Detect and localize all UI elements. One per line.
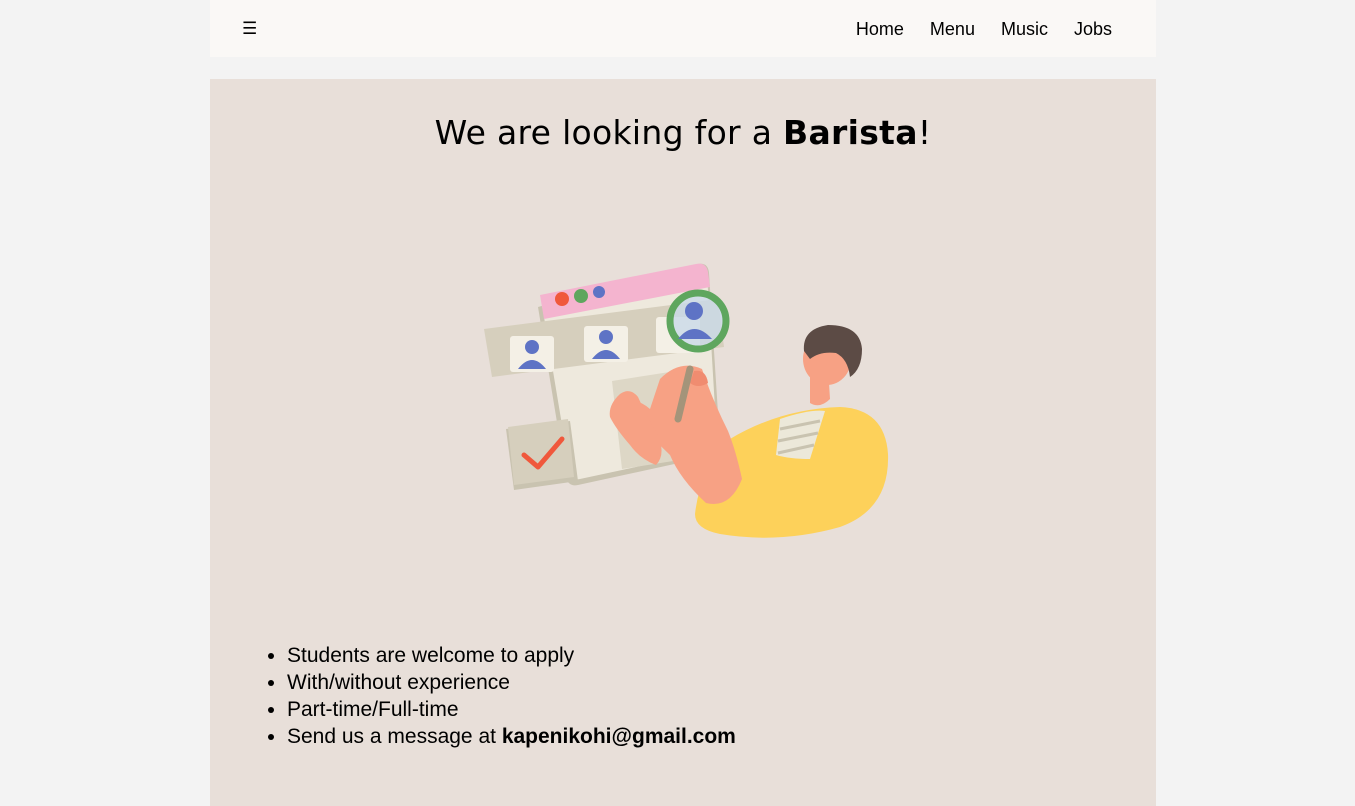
- nav-link-jobs[interactable]: Jobs: [1074, 16, 1112, 42]
- nav-link-menu[interactable]: Menu: [930, 16, 975, 42]
- contact-prefix: Send us a message at: [287, 725, 502, 748]
- headline-role: Barista: [783, 113, 918, 152]
- contact-email[interactable]: kapenikohi@gmail.com: [502, 725, 736, 748]
- job-perks-list: Students are welcome to apply With/witho…: [265, 642, 736, 750]
- headline-suffix: !: [917, 113, 932, 152]
- hamburger-icon[interactable]: ☰: [242, 19, 260, 39]
- top-navbar: ☰ Home Menu Music Jobs: [210, 0, 1156, 57]
- list-item: Students are welcome to apply: [287, 642, 736, 669]
- list-item: Part-time/Full-time: [287, 696, 736, 723]
- job-hero: We are looking for a Barista! • Students…: [210, 79, 1156, 806]
- recruiter-illustration: [484, 263, 889, 538]
- page-title: We are looking for a Barista!: [210, 111, 1156, 155]
- main-nav: Home Menu Music Jobs: [830, 16, 1112, 42]
- nav-link-home[interactable]: Home: [856, 16, 904, 42]
- headline-prefix: We are looking for a: [434, 113, 784, 152]
- list-item: With/without experience: [287, 669, 736, 696]
- nav-link-music[interactable]: Music: [1001, 16, 1048, 42]
- page: ☰ Home Menu Music Jobs We are looking fo…: [210, 0, 1156, 806]
- checkbox-card: [506, 419, 578, 490]
- list-item: Send us a message at kapenikohi@gmail.co…: [287, 723, 736, 750]
